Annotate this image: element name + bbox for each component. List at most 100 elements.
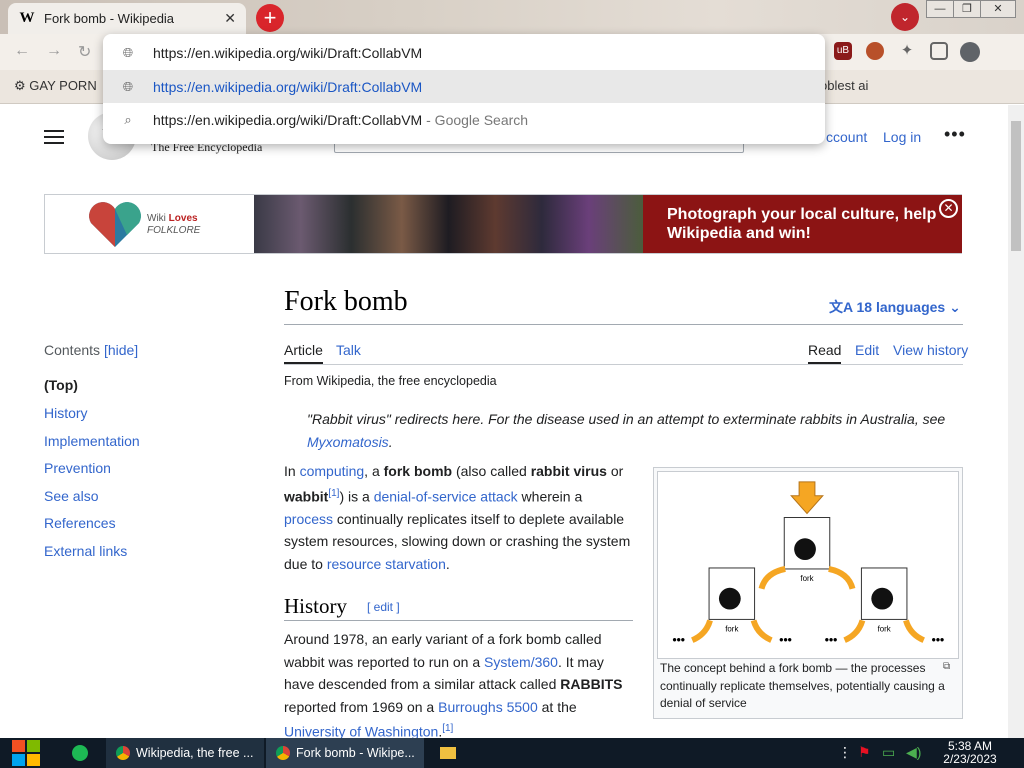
side-panel-icon[interactable] <box>930 42 948 60</box>
start-button[interactable] <box>10 738 42 768</box>
taskbar-item-wikipedia[interactable]: Wikipedia, the free ... <box>106 738 264 768</box>
toc-item-prevention[interactable]: Prevention <box>44 460 111 476</box>
overflow-dots-icon[interactable]: ⋮ <box>838 744 852 761</box>
chrome-icon <box>276 746 290 760</box>
taskbar-item-fork-bomb[interactable]: Fork bomb - Wikipe... <box>266 738 424 768</box>
toc-item-history[interactable]: History <box>44 405 88 421</box>
toc-item-external-links[interactable]: External links <box>44 543 127 559</box>
toc-item-implementation[interactable]: Implementation <box>44 433 140 449</box>
fork-label: fork <box>878 624 891 633</box>
infobox-figure: fork fork fork ••• ••• ••• ••• ⧉ The con… <box>653 467 963 719</box>
suggestion-search-text: https://en.wikipedia.org/wiki/Draft:Coll… <box>153 111 529 128</box>
forward-button[interactable]: → <box>46 42 62 60</box>
scrollbar[interactable] <box>1008 105 1024 738</box>
chrome-icon <box>116 746 130 760</box>
banner-photos <box>254 195 643 253</box>
wlf-logo-text: Wiki Loves FOLKLORE <box>147 213 201 236</box>
languages-button[interactable]: 文A 18 languages ⌄ <box>829 297 961 317</box>
close-window-button[interactable]: ✕ <box>980 0 1016 18</box>
maximize-button[interactable]: ❐ <box>953 0 981 18</box>
flag-icon[interactable]: ⚑ <box>858 744 871 761</box>
tabs-divider <box>284 364 963 365</box>
toc-hide-link[interactable]: [hide] <box>104 342 138 358</box>
new-tab-button[interactable]: + <box>256 4 284 32</box>
tab-close-icon[interactable]: ✕ <box>224 10 236 27</box>
dos-link[interactable]: denial-of-service attack <box>374 488 518 504</box>
tab-view-history[interactable]: View history <box>893 342 968 358</box>
history-edit-link[interactable]: [ edit ] <box>367 600 400 614</box>
reload-button[interactable]: ↻ <box>78 42 91 62</box>
bookmark-gay-porn[interactable]: ⚙ GAY PORN <box>14 78 97 94</box>
file-explorer-icon[interactable] <box>440 738 460 768</box>
minimize-button[interactable]: — <box>926 0 954 18</box>
omnibox-input[interactable]: 🌐︎ https://en.wikipedia.org/wiki/Draft:C… <box>103 36 825 69</box>
ellipsis-mark: ••• <box>932 633 944 647</box>
citation-1b[interactable]: [1] <box>442 723 453 734</box>
toc-item-top[interactable]: (Top) <box>44 377 78 393</box>
wiki-loves-folklore-logo <box>89 202 141 247</box>
globe-icon: 🌐︎ <box>122 78 134 94</box>
omnibox-dropdown: 🌐︎ https://en.wikipedia.org/wiki/Draft:C… <box>103 34 825 144</box>
tab-read[interactable]: Read <box>808 342 842 364</box>
figure-caption: The concept behind a fork bomb — the pro… <box>660 661 945 710</box>
toc-item-see-also[interactable]: See also <box>44 488 98 504</box>
puzzle-icon[interactable]: ✦ <box>898 42 916 60</box>
browser-tab[interactable]: W Fork bomb - Wikipedia ✕ <box>8 3 246 34</box>
intro-paragraph: In computing, a fork bomb (also called r… <box>284 463 631 572</box>
tab-edit[interactable]: Edit <box>855 342 879 358</box>
resource-starvation-link[interactable]: resource starvation <box>327 556 446 572</box>
suggestion-url-text: https://en.wikipedia.org/wiki/Draft:Coll… <box>153 78 423 95</box>
suggestion-url[interactable]: 🌐︎ https://en.wikipedia.org/wiki/Draft:C… <box>103 70 825 103</box>
suggestion-search[interactable]: ⌕ https://en.wikipedia.org/wiki/Draft:Co… <box>103 103 825 136</box>
create-account-link[interactable]: ccount <box>826 129 867 145</box>
windows-logo-icon <box>12 740 40 766</box>
hatnote: "Rabbit virus" redirects here. For the d… <box>307 411 946 450</box>
more-options-icon[interactable]: ••• <box>944 124 966 145</box>
main-menu-icon[interactable] <box>44 130 64 144</box>
bookmark-oblest-ai[interactable]: oblest ai <box>820 78 868 93</box>
profile-avatar[interactable] <box>960 42 980 62</box>
burroughs-link[interactable]: Burroughs 5500 <box>438 699 538 715</box>
globe-icon: ⚙ <box>14 78 30 93</box>
search-icon: ⌕ <box>124 111 132 127</box>
history-heading: History <box>284 594 347 618</box>
system360-link[interactable]: System/360 <box>484 654 558 670</box>
site-sub: From Wikipedia, the free encyclopedia <box>284 374 497 388</box>
omnibox-input-text[interactable]: https://en.wikipedia.org/wiki/Draft:Coll… <box>153 45 422 61</box>
ellipsis-mark: ••• <box>779 633 791 647</box>
scrollbar-thumb[interactable] <box>1011 121 1021 251</box>
tab-talk[interactable]: Talk <box>336 342 361 358</box>
taskbar-clock[interactable]: 5:38 AM 2/23/2023 <box>930 740 1010 766</box>
page-title: Fork bomb <box>284 286 408 317</box>
volume-icon[interactable]: ◀) <box>906 744 921 761</box>
ublock-icon[interactable]: uB <box>834 42 852 60</box>
network-icon[interactable]: ▭ <box>882 744 895 761</box>
history-divider <box>284 620 633 621</box>
computing-link[interactable]: computing <box>300 463 365 479</box>
citation-1[interactable]: [1] <box>328 488 339 499</box>
tab-title: Fork bomb - Wikipedia <box>44 11 175 26</box>
banner-promo-text: Photograph your local culture, help Wiki… <box>643 195 962 253</box>
login-link[interactable]: Log in <box>883 129 921 145</box>
fork-label: fork <box>725 624 738 633</box>
ellipsis-mark: ••• <box>825 633 837 647</box>
avatar-extension-icon[interactable] <box>866 42 884 60</box>
chevron-down-icon[interactable]: ⌄ <box>891 3 919 31</box>
toc-item-references[interactable]: References <box>44 515 116 531</box>
wikipedia-favicon-icon: W <box>19 10 35 26</box>
tab-article[interactable]: Article <box>284 342 323 364</box>
campaign-banner[interactable]: Wiki Loves FOLKLORE Photograph your local… <box>44 194 962 254</box>
ellipsis-mark: ••• <box>672 633 684 647</box>
back-button[interactable]: ← <box>14 42 30 60</box>
spotify-icon[interactable] <box>72 738 92 768</box>
title-divider <box>284 324 963 325</box>
translate-icon: 文A <box>829 299 857 315</box>
fork-label: fork <box>800 574 813 583</box>
fork-bomb-diagram[interactable]: fork fork fork ••• ••• ••• ••• <box>657 471 959 659</box>
globe-icon: 🌐︎ <box>122 44 134 60</box>
process-link[interactable]: process <box>284 511 333 527</box>
close-icon[interactable]: ✕ <box>939 199 958 218</box>
myxomatosis-link[interactable]: Myxomatosis <box>307 434 389 450</box>
toc-heading: Contents [hide] <box>44 342 139 358</box>
history-paragraph: Around 1978, an early variant of a fork … <box>284 631 623 740</box>
